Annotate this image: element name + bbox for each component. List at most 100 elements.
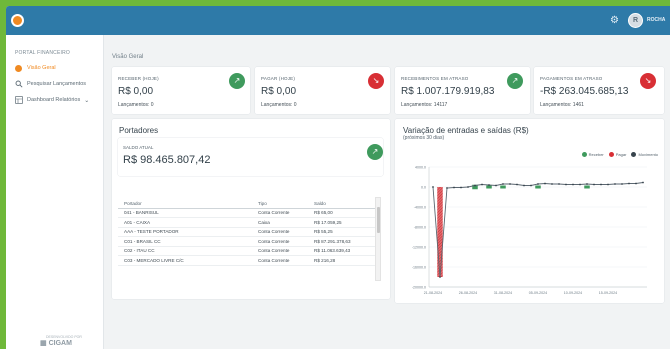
column-header[interactable]: Saldo: [314, 201, 374, 206]
saldo-value: R$ 98.465.807,42: [123, 154, 211, 166]
kpi-label: PAGAR (HOJE): [261, 76, 296, 81]
y-tick-label: -20000.0: [412, 286, 426, 290]
sidebar-item-label: Dashboard Relatórios: [27, 97, 81, 103]
x-tick-label: 21-08-2024: [424, 291, 442, 295]
cell-saldo: R$ 65,00: [314, 210, 333, 216]
bar-pagar: [437, 187, 443, 277]
bar-receber: [535, 185, 541, 189]
point-movimento: [586, 183, 588, 185]
report-icon: [14, 96, 23, 105]
sidebar-item-pesquisar[interactable]: Pesquisar Lançamentos: [14, 79, 86, 89]
point-movimento: [453, 186, 455, 189]
scrollbar-thumb[interactable]: [377, 207, 380, 233]
trend-up-icon: ↗: [229, 73, 245, 89]
cell-saldo: R$ 17.059,25: [314, 219, 342, 225]
point-movimento: [579, 183, 581, 186]
point-movimento: [516, 183, 518, 186]
x-tick-label: 05-09-2024: [529, 291, 547, 295]
kpi-count: Lançamentos: 1461: [540, 102, 584, 108]
point-movimento: [551, 183, 553, 185]
app-window: ⚙ R ROCHA PORTAL FINANCEIRO Visão Geral …: [6, 6, 670, 349]
logo-icon[interactable]: [11, 14, 24, 27]
table-row[interactable]: C01 - BRASIL CC Conta Corrente R$ 87.291.3…: [118, 237, 380, 247]
point-movimento: [495, 184, 497, 187]
kpi-count: Lançamentos: 0: [261, 102, 297, 108]
cell-tipo: Conta Corrente: [258, 248, 290, 254]
kpi-count: Lançamentos: 14117: [401, 102, 448, 108]
point-movimento: [642, 181, 644, 184]
cell-saldo: R$ 55,25: [314, 229, 333, 235]
cell-portador: C03 - MERCADO LIVRE C/C: [124, 257, 184, 263]
y-tick-label: 4000.0: [415, 166, 426, 170]
y-tick-label: -4000.0: [414, 206, 426, 210]
point-movimento: [635, 182, 637, 185]
point-movimento: [488, 184, 490, 186]
table-row[interactable]: AAA - TESTE PORTADOR Conta Corrente R$ 55,…: [118, 228, 380, 237]
kpi-label: RECEBIMENTOS EM ATRASO: [401, 76, 469, 81]
cell-portador: C01 - BRASIL CC: [124, 238, 161, 244]
kpi-value: R$ 1.007.179.919,83: [401, 86, 495, 97]
search-icon: [14, 80, 23, 89]
point-movimento: [628, 182, 630, 185]
top-bar: ⚙ R ROCHA: [6, 6, 670, 35]
brand-name: CIGAM: [48, 340, 72, 347]
column-header[interactable]: Portador: [124, 201, 258, 206]
point-movimento: [537, 183, 539, 185]
brand-logo: ▦ CIGAM: [40, 339, 72, 347]
trend-down-icon: ↘: [368, 73, 384, 89]
sidebar-item-label: Visão Geral: [27, 65, 56, 71]
cell-tipo: Conta Corrente: [258, 229, 290, 235]
table-row[interactable]: C02 - ITAU CC Conta Corrente R$ 11.063.639…: [118, 247, 380, 256]
kpi-label: RECEBER (HOJE): [118, 76, 159, 81]
cell-saldo: R$ 11.063.639,43: [314, 248, 351, 254]
chart-plot: 4000.0 0.0 -4000.0 -8000.0 -12000.0 -16000.0 -…: [412, 166, 647, 295]
sidebar-item-label: Pesquisar Lançamentos: [27, 81, 87, 87]
table-scrollbar[interactable]: [375, 197, 381, 281]
table-header: Portador Tipo Saldo: [118, 199, 380, 209]
point-movimento: [593, 183, 595, 186]
column-header[interactable]: Tipo: [258, 201, 314, 206]
kpi-count: Lançamentos: 0: [118, 102, 154, 108]
point-movimento: [446, 187, 448, 189]
point-movimento: [467, 186, 469, 188]
point-movimento: [558, 183, 560, 185]
kpi-card-receber: RECEBER (HOJE) R$ 0,00 Lançamentos: 0 ↗: [112, 67, 250, 114]
point-movimento: [614, 183, 616, 185]
cell-tipo: Conta Corrente: [258, 210, 290, 216]
gear-icon[interactable]: ⚙: [610, 16, 619, 26]
sidebar-item-dashboard-relatorios[interactable]: Dashboard Relatórios ⌄: [14, 95, 89, 105]
bar-receber: [584, 185, 590, 189]
sidebar-item-visao-geral[interactable]: Visão Geral: [14, 63, 56, 73]
trend-up-icon: ↗: [367, 144, 383, 160]
table-row[interactable]: A01 - CAIXA Caixa R$ 17.059,25: [118, 218, 380, 228]
kpi-label: PAGAMENTOS EM ATRASO: [540, 76, 603, 81]
x-tick-label: 15-09-2024: [599, 291, 617, 295]
table-row[interactable]: 041 - BANRISUL Conta Corrente R$ 65,00: [118, 209, 380, 218]
point-movimento: [432, 186, 434, 188]
cell-saldo: R$ 87.291.378,63: [314, 238, 351, 244]
x-tick-label: 10-09-2024: [564, 291, 582, 295]
point-movimento: [481, 183, 483, 186]
table-row[interactable]: C03 - MERCADO LIVRE C/C Conta Corrente R$ …: [118, 256, 380, 266]
cell-tipo: Conta Corrente: [258, 257, 290, 263]
x-tick-label: 26-08-2024: [459, 291, 477, 295]
cell-saldo: R$ 216,28: [314, 257, 336, 263]
kpi-value: R$ 0,00: [261, 86, 297, 97]
avatar[interactable]: R: [628, 13, 643, 28]
y-tick-label: -12000.0: [412, 246, 426, 250]
dashboard-dot-icon: [14, 64, 23, 73]
breadcrumb: Visão Geral: [112, 54, 144, 60]
point-movimento: [439, 276, 441, 278]
kpi-value: R$ 0,00: [118, 86, 154, 97]
point-movimento: [565, 183, 567, 186]
point-movimento: [502, 183, 504, 185]
point-movimento: [621, 183, 623, 185]
user-name[interactable]: ROCHA: [647, 17, 665, 23]
section-title: Portadores: [119, 126, 159, 135]
bar-receber: [486, 185, 492, 189]
cell-portador: AAA - TESTE PORTADOR: [124, 229, 179, 235]
chart-panel: Variação de entradas e saídas (R$) (próx…: [395, 119, 664, 303]
point-movimento: [607, 183, 609, 186]
point-movimento: [523, 184, 525, 187]
point-movimento: [474, 184, 476, 187]
